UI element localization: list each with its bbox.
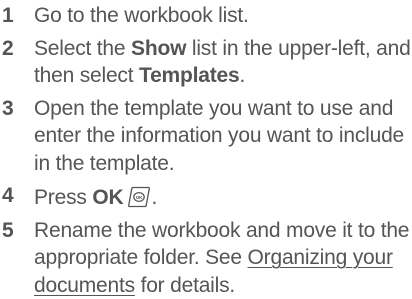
step-4: 4 Press OK OK . bbox=[0, 182, 412, 212]
step-text: Select the Show list in the upper-left, … bbox=[34, 35, 412, 90]
step-number: 3 bbox=[2, 95, 13, 123]
step-5: 5 Rename the workbook and move it to the… bbox=[0, 217, 412, 299]
ok-button-icon: OK bbox=[127, 186, 151, 208]
step-number: 2 bbox=[2, 35, 13, 63]
show-list-term: Show bbox=[131, 37, 186, 60]
svg-text:OK: OK bbox=[136, 195, 143, 200]
templates-term: Templates bbox=[139, 64, 240, 87]
step-number: 1 bbox=[2, 2, 13, 30]
step-text: Open the template you want to use and en… bbox=[34, 95, 412, 178]
ok-term: OK bbox=[92, 186, 123, 209]
step-text: Go to the workbook list. bbox=[34, 2, 412, 30]
step-text: Press OK OK . bbox=[34, 182, 412, 212]
step-number: 4 bbox=[2, 182, 13, 210]
step-3: 3 Open the template you want to use and … bbox=[0, 95, 412, 178]
step-number: 5 bbox=[2, 217, 13, 245]
step-2: 2 Select the Show list in the upper-left… bbox=[0, 35, 412, 90]
step-text: Rename the workbook and move it to the a… bbox=[34, 217, 412, 299]
instruction-steps: 1 Go to the workbook list. 2 Select the … bbox=[0, 2, 412, 299]
step-1: 1 Go to the workbook list. bbox=[0, 2, 412, 30]
